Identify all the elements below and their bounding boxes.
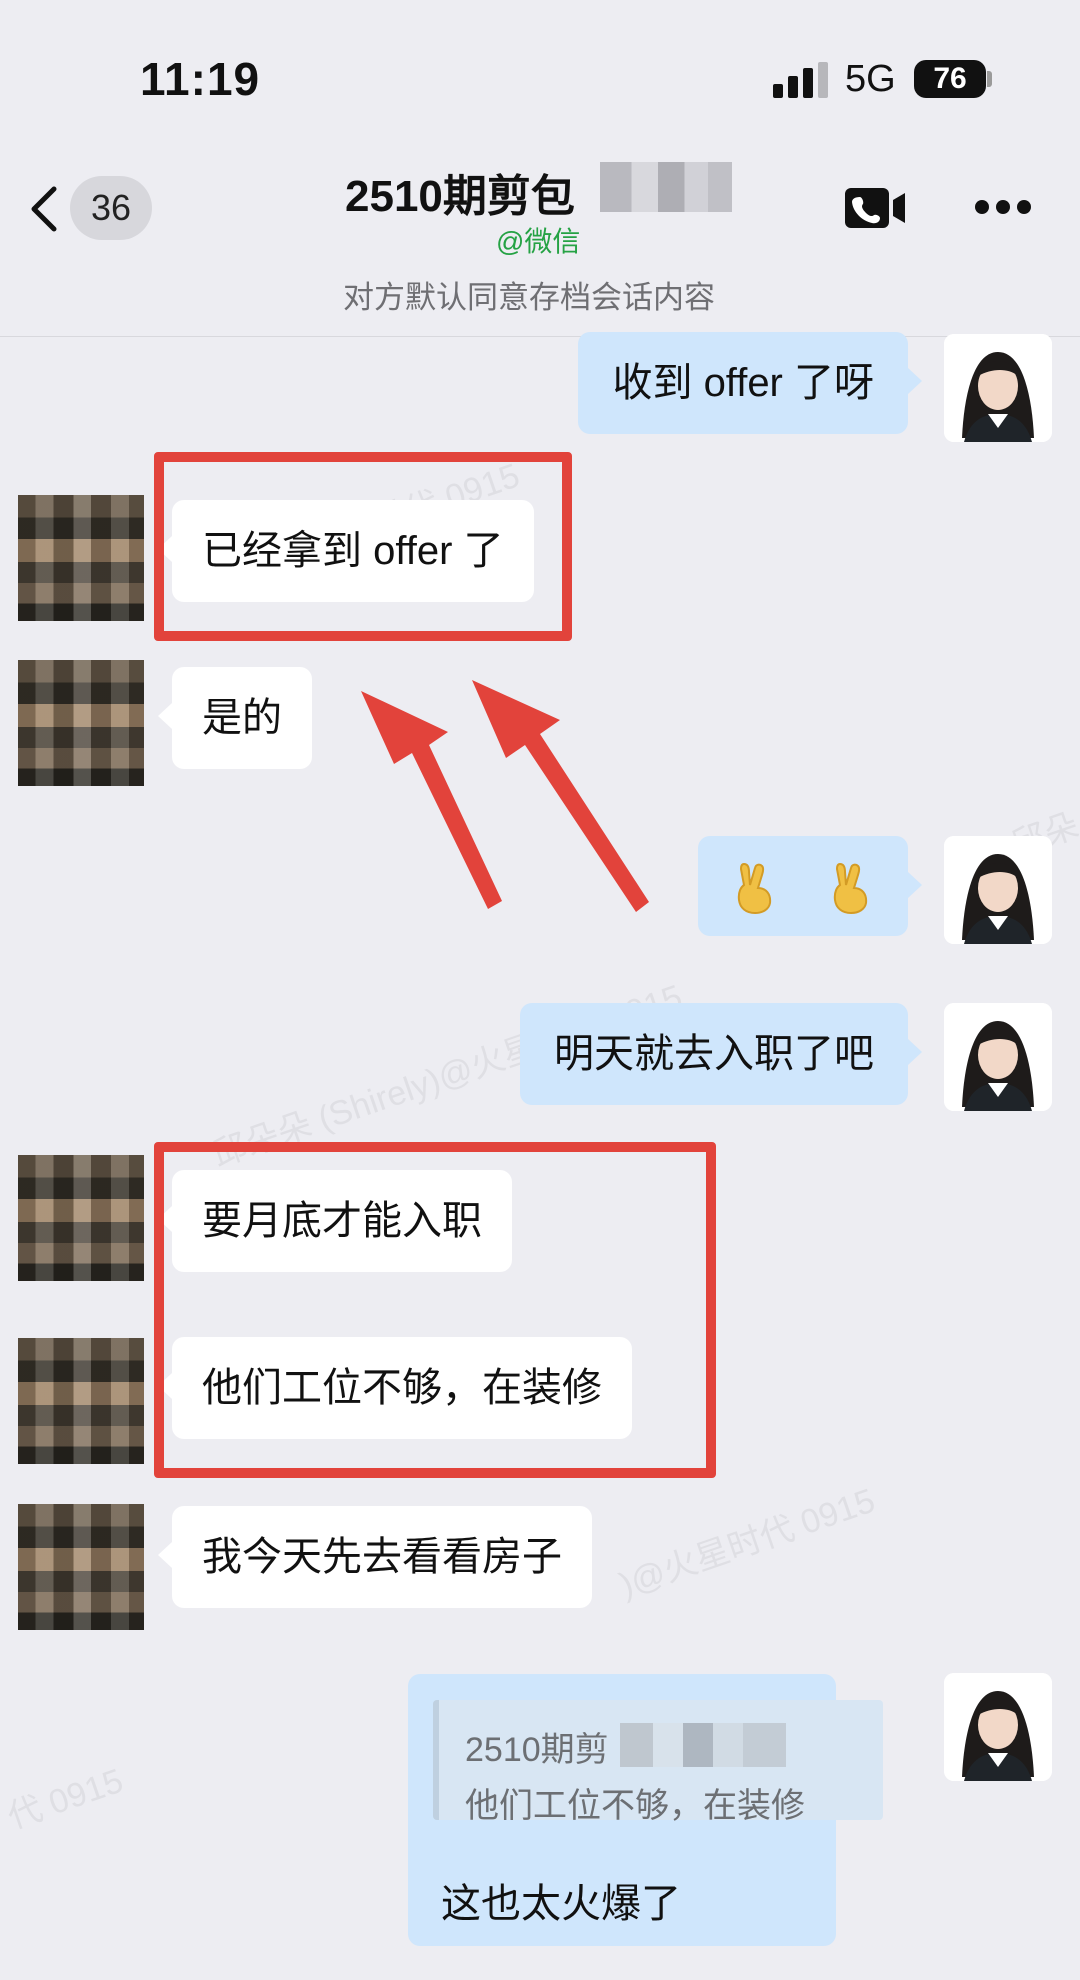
archive-notice: 对方默认同意存档会话内容 [343,280,715,315]
message-bubble-other[interactable]: 是的 [158,667,312,769]
message-bubble-self[interactable]: 明天就去入职了吧 [520,1003,922,1105]
message-bubble-self[interactable]: 收到 offer 了呀 [578,332,922,434]
message-bubble-other[interactable]: 我今天先去看看房子 [158,1506,592,1608]
contact-avatar[interactable] [18,495,144,621]
battery-tip-icon [987,71,992,87]
self-avatar-image [944,1673,1052,1781]
battery-indicator: 76 [914,60,986,98]
quoted-message-text: 他们工位不够，在装修 [465,1787,805,1825]
self-avatar[interactable] [944,836,1052,944]
self-avatar-image [944,334,1052,442]
self-avatar[interactable] [944,1673,1052,1781]
self-avatar-image [944,1003,1052,1111]
contact-avatar[interactable] [18,660,144,786]
self-avatar[interactable] [944,1003,1052,1111]
contact-avatar[interactable] [18,1338,144,1464]
voice-video-call-icon[interactable] [842,185,908,231]
chat-source: @微信 [496,226,581,257]
annotation-box-1 [154,452,572,641]
contact-avatar[interactable] [18,1504,144,1630]
self-avatar[interactable] [944,334,1052,442]
status-time: 11:19 [140,53,261,105]
watermark-3: )@火星时代 0915 [614,1481,880,1605]
arrow-2 [472,680,649,912]
contact-avatar[interactable] [18,1155,144,1281]
signal-icon [773,62,831,98]
reply-message-text: 这也太火爆了 [441,1882,681,1926]
self-avatar-image [944,836,1052,944]
victory-hand-icon [737,863,771,915]
quoted-sender-name: 2510期剪 [465,1731,609,1769]
more-options-icon[interactable] [975,200,1031,216]
blurred-title-suffix [600,162,732,212]
message-bubble-self-emoji[interactable] [697,836,923,937]
watermark-5: 代 0915 [2,1761,128,1837]
blurred-quoted-sender-suffix [620,1723,786,1767]
header-divider [0,336,1080,337]
victory-hand-icon [833,863,868,915]
network-label: 5G [845,58,896,100]
annotation-box-2 [154,1142,716,1478]
arrow-1 [361,691,502,909]
unread-count-badge[interactable]: 36 [70,176,152,240]
back-icon[interactable] [20,183,70,235]
chat-title: 2510期剪包 [345,172,575,221]
